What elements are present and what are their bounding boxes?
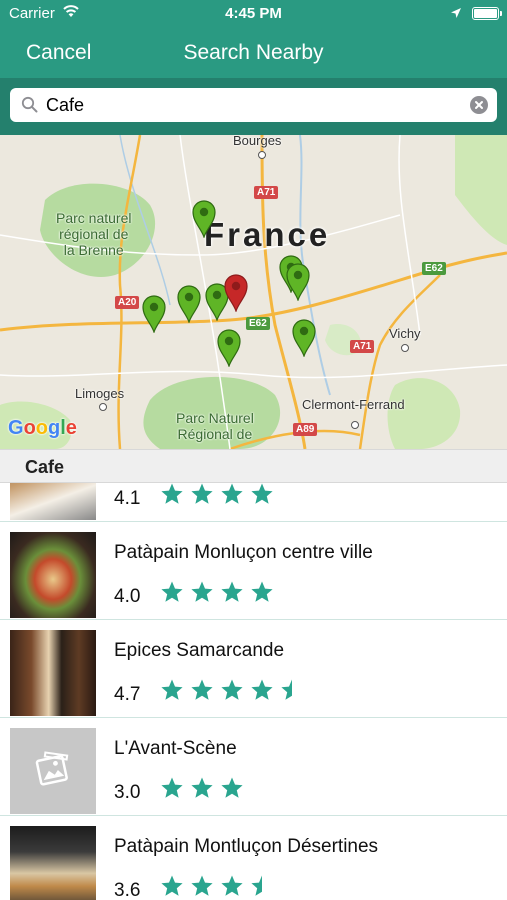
star-icon (221, 777, 243, 798)
battery-icon (472, 7, 502, 20)
search-icon (21, 96, 39, 119)
result-name: Epices Samarcande (114, 640, 285, 661)
result-name: L'Avant-Scène (114, 738, 237, 759)
road-shield-a20: A20 (115, 296, 140, 309)
star-icon (161, 483, 183, 504)
map-view[interactable]: Bourges Vichy Limoges Clermont-Ferrand P… (0, 135, 507, 449)
location-pin-icon[interactable] (177, 285, 201, 323)
star-icon (161, 875, 183, 896)
result-name: Patàpain Montluçon Désertines (114, 836, 379, 857)
page-title: Search Nearby (183, 41, 324, 64)
results-list[interactable]: 4.1 Patàpain Monluçon centre ville 4.0 E… (0, 483, 507, 900)
location-pin-icon[interactable] (286, 263, 310, 301)
star-icon (221, 679, 243, 700)
half-star-icon (281, 679, 292, 700)
map-label-clermont-ferrand: Clermont-Ferrand (302, 397, 405, 412)
status-time: 4:45 PM (225, 5, 282, 22)
clear-search-icon[interactable] (470, 96, 488, 114)
star-icon (191, 679, 213, 700)
status-bar: Carrier 4:45 PM (0, 0, 507, 28)
location-pin-icon[interactable] (292, 319, 316, 357)
result-row[interactable]: Patàpain Montluçon Désertines 3.6 (0, 816, 507, 900)
result-row[interactable]: L'Avant-Scène 3.0 (0, 718, 507, 816)
road-shield-a71-south: A71 (350, 340, 375, 353)
result-thumbnail (10, 728, 96, 814)
search-input[interactable] (46, 91, 466, 119)
star-icon (191, 777, 213, 798)
location-pin-icon[interactable] (192, 200, 216, 238)
rating-stars (160, 776, 250, 806)
result-rating: 4.0 (114, 586, 141, 607)
location-arrow-icon (450, 6, 462, 23)
star-icon (251, 679, 273, 700)
star-icon (251, 483, 273, 504)
result-rating: 4.1 (114, 488, 141, 509)
rating-stars (160, 580, 280, 610)
road-shield-a89: A89 (293, 423, 318, 436)
placeholder-photo-icon (35, 751, 69, 786)
map-label-bourges: Bourges (233, 135, 282, 148)
navigation-bar: Cancel Search Nearby (0, 28, 507, 78)
search-bar (0, 78, 507, 135)
map-label-park-regional: Parc Naturel Régional de (176, 410, 254, 442)
star-icon (191, 483, 213, 504)
result-row[interactable]: 4.1 (0, 483, 507, 522)
star-icon (221, 483, 243, 504)
star-icon (251, 581, 273, 602)
half-star-icon (251, 875, 262, 896)
result-thumbnail (10, 826, 96, 900)
result-thumbnail (10, 532, 96, 618)
map-label-park-brenne: Parc naturel régional de la Brenne (56, 210, 132, 258)
map-label-vichy: Vichy (389, 326, 421, 341)
result-thumbnail (10, 630, 96, 716)
location-pin-icon[interactable] (142, 295, 166, 333)
result-row[interactable]: Epices Samarcande 4.7 (0, 620, 507, 718)
map-label-limoges: Limoges (75, 386, 125, 401)
star-icon (191, 875, 213, 896)
result-name: Patàpain Monluçon centre ville (114, 542, 373, 563)
map-label-country: France (204, 216, 331, 253)
road-shield-e62: E62 (246, 317, 270, 330)
star-icon (161, 679, 183, 700)
result-rating: 3.6 (114, 880, 141, 900)
road-shield-e62-east: E62 (422, 262, 446, 275)
result-rating: 4.7 (114, 684, 141, 705)
road-shield-a71: A71 (254, 186, 279, 199)
selected-location-pin-icon[interactable] (224, 274, 248, 312)
result-rating: 3.0 (114, 782, 141, 803)
section-title: Cafe (25, 457, 65, 477)
search-field-container[interactable] (10, 88, 497, 122)
star-icon (191, 581, 213, 602)
result-row[interactable]: Patàpain Monluçon centre ville 4.0 (0, 522, 507, 620)
result-thumbnail (10, 483, 96, 520)
rating-stars (160, 483, 280, 512)
star-icon (161, 581, 183, 602)
star-icon (161, 777, 183, 798)
star-icon (221, 875, 243, 896)
star-icon (221, 581, 243, 602)
google-logo: Google (8, 417, 77, 439)
rating-stars (160, 874, 280, 900)
section-header: Cafe (0, 449, 507, 483)
header: Carrier 4:45 PM Cancel Search Nearby (0, 0, 507, 135)
location-pin-icon[interactable] (217, 329, 241, 367)
rating-stars (160, 678, 310, 708)
